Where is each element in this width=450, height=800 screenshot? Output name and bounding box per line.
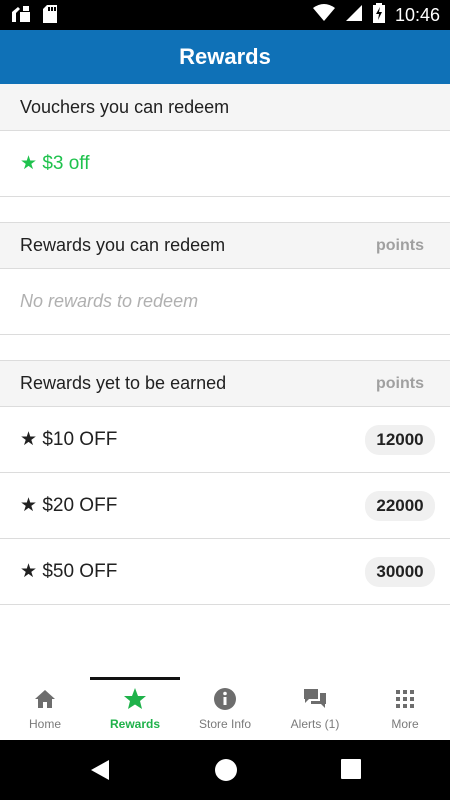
reward-item[interactable]: ★ $50 OFF 30000 xyxy=(0,539,450,605)
points-badge: 12000 xyxy=(365,424,435,455)
star-icon xyxy=(123,687,147,711)
nav-store-info-label: Store Info xyxy=(198,717,252,731)
nav-rewards[interactable]: Rewards xyxy=(90,677,180,740)
home-circle-icon[interactable] xyxy=(214,758,238,787)
reward-name: ★ $50 OFF xyxy=(20,561,118,582)
status-left xyxy=(10,4,58,29)
home-icon xyxy=(33,687,57,711)
unearned-title: Rewards yet to be earned xyxy=(20,373,227,393)
recents-icon[interactable] xyxy=(340,758,362,785)
empty-rewards-text: No rewards to redeem xyxy=(20,291,199,311)
points-badge: 30000 xyxy=(365,556,435,587)
star-icon: ★ xyxy=(20,429,38,450)
nav-more[interactable]: More xyxy=(360,677,450,740)
points-column-label: points xyxy=(376,236,424,254)
status-time: 10:46 xyxy=(394,4,440,25)
reward-item[interactable]: ★ $10 OFF 12000 xyxy=(0,407,450,473)
back-icon[interactable] xyxy=(89,758,111,787)
star-icon: ★ xyxy=(20,495,38,516)
battery-charging-icon xyxy=(372,2,385,28)
info-icon xyxy=(213,687,237,711)
redeemable-title: Rewards you can redeem xyxy=(20,235,226,255)
chat-icon xyxy=(303,687,327,711)
reward-name: ★ $10 OFF xyxy=(20,429,118,450)
reward-item[interactable]: ★ $20 OFF 22000 xyxy=(0,473,450,539)
status-right: 10:46 xyxy=(312,0,440,30)
system-nav-bar xyxy=(0,740,450,800)
voucher-label: ★ $3 off xyxy=(20,153,90,174)
vouchers-title: Vouchers you can redeem xyxy=(20,96,230,117)
star-icon: ★ xyxy=(20,561,38,582)
reward-name: ★ $20 OFF xyxy=(20,495,118,516)
empty-rewards-row: No rewards to redeem xyxy=(0,269,450,335)
grid-icon xyxy=(393,687,417,711)
wifi-icon xyxy=(312,3,335,27)
app-bar: Rewards xyxy=(0,30,450,84)
nav-rewards-label: Rewards xyxy=(109,717,161,731)
bottom-nav: Home Rewards Store Info Alerts (1) More xyxy=(0,677,450,740)
section-gap xyxy=(0,335,450,360)
star-icon: ★ xyxy=(20,153,38,174)
page-title: Rewards xyxy=(179,44,271,69)
nav-home[interactable]: Home xyxy=(0,677,90,740)
nav-home-label: Home xyxy=(28,717,61,731)
notification-icon xyxy=(10,4,32,29)
voucher-item[interactable]: ★ $3 off xyxy=(0,131,450,197)
points-column-label: points xyxy=(376,374,424,392)
rewards-content[interactable]: Vouchers you can redeem ★ $3 off Rewards… xyxy=(0,84,450,605)
redeemable-header: Rewards you can redeem points xyxy=(0,222,450,269)
nav-alerts[interactable]: Alerts (1) xyxy=(270,677,360,740)
vouchers-header: Vouchers you can redeem xyxy=(0,84,450,131)
signal-icon xyxy=(345,4,363,27)
nav-alerts-label: Alerts (1) xyxy=(290,717,340,731)
nav-store-info[interactable]: Store Info xyxy=(180,677,270,740)
status-bar: 10:46 xyxy=(0,0,450,30)
points-badge: 22000 xyxy=(365,490,435,521)
nav-more-label: More xyxy=(391,717,419,731)
sd-card-icon xyxy=(42,4,58,29)
section-gap xyxy=(0,197,450,222)
unearned-header: Rewards yet to be earned points xyxy=(0,360,450,407)
